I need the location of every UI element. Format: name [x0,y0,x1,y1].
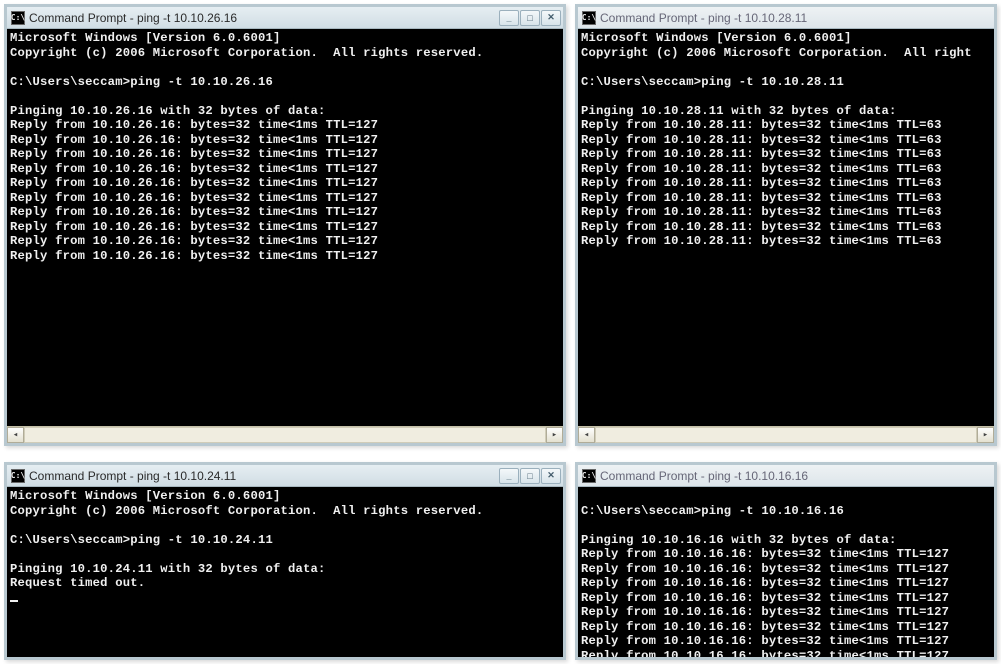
scroll-right-button[interactable]: ▸ [977,427,994,443]
maximize-button[interactable]: □ [520,10,540,26]
minimize-button[interactable]: _ [499,468,519,484]
cmd-window-4[interactable]: C:\ Command Prompt - ping -t 10.10.16.16… [575,462,997,660]
minimize-button[interactable]: _ [499,10,519,26]
cmd-icon: C:\ [582,11,596,25]
terminal-output[interactable]: Microsoft Windows [Version 6.0.6001] Cop… [7,29,563,426]
cmd-icon: C:\ [582,469,596,483]
window-title: Command Prompt - ping -t 10.10.28.11 [600,11,992,25]
maximize-button[interactable]: □ [520,468,540,484]
terminal-output[interactable]: C:\Users\seccam>ping -t 10.10.16.16 Ping… [578,487,994,657]
scroll-track[interactable] [24,427,546,443]
titlebar[interactable]: C:\ Command Prompt - ping -t 10.10.24.11… [7,465,563,487]
horizontal-scrollbar[interactable]: ◂ ▸ [578,426,994,443]
titlebar[interactable]: C:\ Command Prompt - ping -t 10.10.28.11 [578,7,994,29]
window-title: Command Prompt - ping -t 10.10.24.11 [29,469,495,483]
terminal-output[interactable]: Microsoft Windows [Version 6.0.6001] Cop… [578,29,994,426]
cmd-icon: C:\ [11,469,25,483]
terminal-cursor [10,600,18,602]
horizontal-scrollbar[interactable]: ◂ ▸ [7,426,563,443]
scroll-right-button[interactable]: ▸ [546,427,563,443]
titlebar[interactable]: C:\ Command Prompt - ping -t 10.10.16.16 [578,465,994,487]
close-button[interactable]: ✕ [541,10,561,26]
cmd-window-3[interactable]: C:\ Command Prompt - ping -t 10.10.24.11… [4,462,566,660]
terminal-output[interactable]: Microsoft Windows [Version 6.0.6001] Cop… [7,487,563,657]
scroll-left-button[interactable]: ◂ [578,427,595,443]
scroll-left-button[interactable]: ◂ [7,427,24,443]
scroll-track[interactable] [595,427,977,443]
window-controls: _ □ ✕ [499,468,561,484]
window-title: Command Prompt - ping -t 10.10.16.16 [600,469,992,483]
close-button[interactable]: ✕ [541,468,561,484]
window-controls: _ □ ✕ [499,10,561,26]
window-title: Command Prompt - ping -t 10.10.26.16 [29,11,495,25]
cmd-icon: C:\ [11,11,25,25]
cmd-window-2[interactable]: C:\ Command Prompt - ping -t 10.10.28.11… [575,4,997,446]
titlebar[interactable]: C:\ Command Prompt - ping -t 10.10.26.16… [7,7,563,29]
cmd-window-1[interactable]: C:\ Command Prompt - ping -t 10.10.26.16… [4,4,566,446]
